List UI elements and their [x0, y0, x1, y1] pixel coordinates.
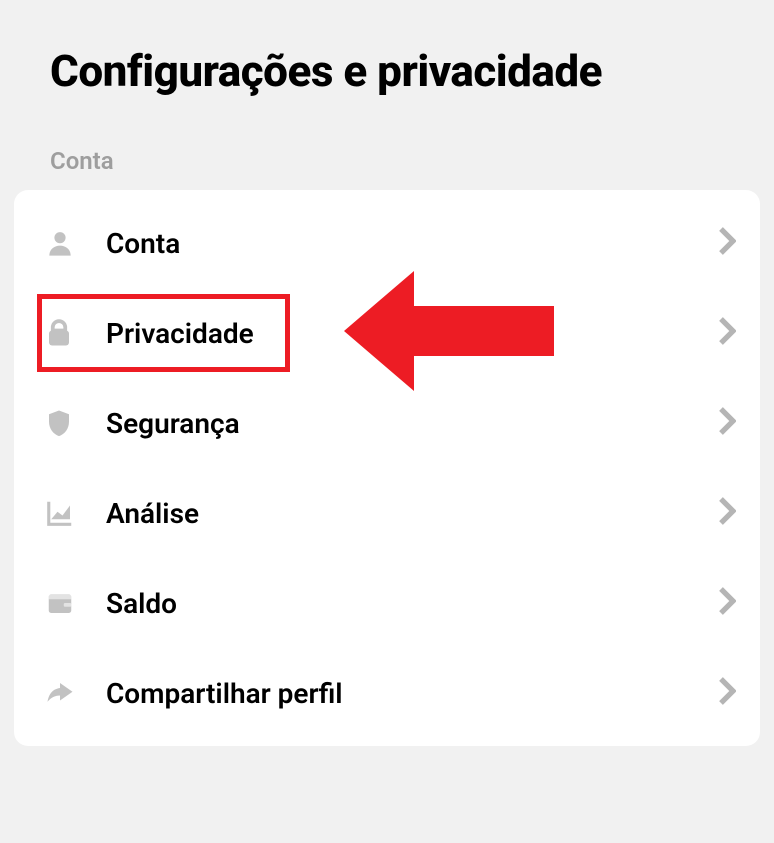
- menu-card: Conta Privacidade Segurança: [14, 190, 760, 746]
- menu-item-account[interactable]: Conta: [14, 198, 760, 288]
- user-icon: [44, 227, 84, 259]
- menu-item-share-profile[interactable]: Compartilhar perfil: [14, 648, 760, 738]
- menu-item-label: Privacidade: [106, 317, 718, 350]
- menu-item-label: Conta: [106, 227, 718, 260]
- section-label: Conta: [0, 132, 774, 190]
- wallet-icon: [44, 588, 84, 618]
- share-icon: [44, 678, 84, 708]
- menu-item-privacy[interactable]: Privacidade: [14, 288, 760, 378]
- chevron-right-icon: [718, 496, 736, 530]
- menu-item-label: Segurança: [106, 407, 718, 440]
- chart-icon: [44, 498, 84, 528]
- page-title: Configurações e privacidade: [50, 45, 724, 97]
- menu-item-label: Compartilhar perfil: [106, 677, 718, 710]
- chevron-right-icon: [718, 226, 736, 260]
- chevron-right-icon: [718, 406, 736, 440]
- chevron-right-icon: [718, 316, 736, 350]
- menu-item-security[interactable]: Segurança: [14, 378, 760, 468]
- menu-item-label: Análise: [106, 497, 718, 530]
- chevron-right-icon: [718, 586, 736, 620]
- header: Configurações e privacidade: [0, 0, 774, 132]
- menu-item-balance[interactable]: Saldo: [14, 558, 760, 648]
- chevron-right-icon: [718, 676, 736, 710]
- menu-item-label: Saldo: [106, 587, 718, 620]
- lock-icon: [44, 317, 84, 349]
- shield-icon: [44, 406, 84, 440]
- menu-item-analytics[interactable]: Análise: [14, 468, 760, 558]
